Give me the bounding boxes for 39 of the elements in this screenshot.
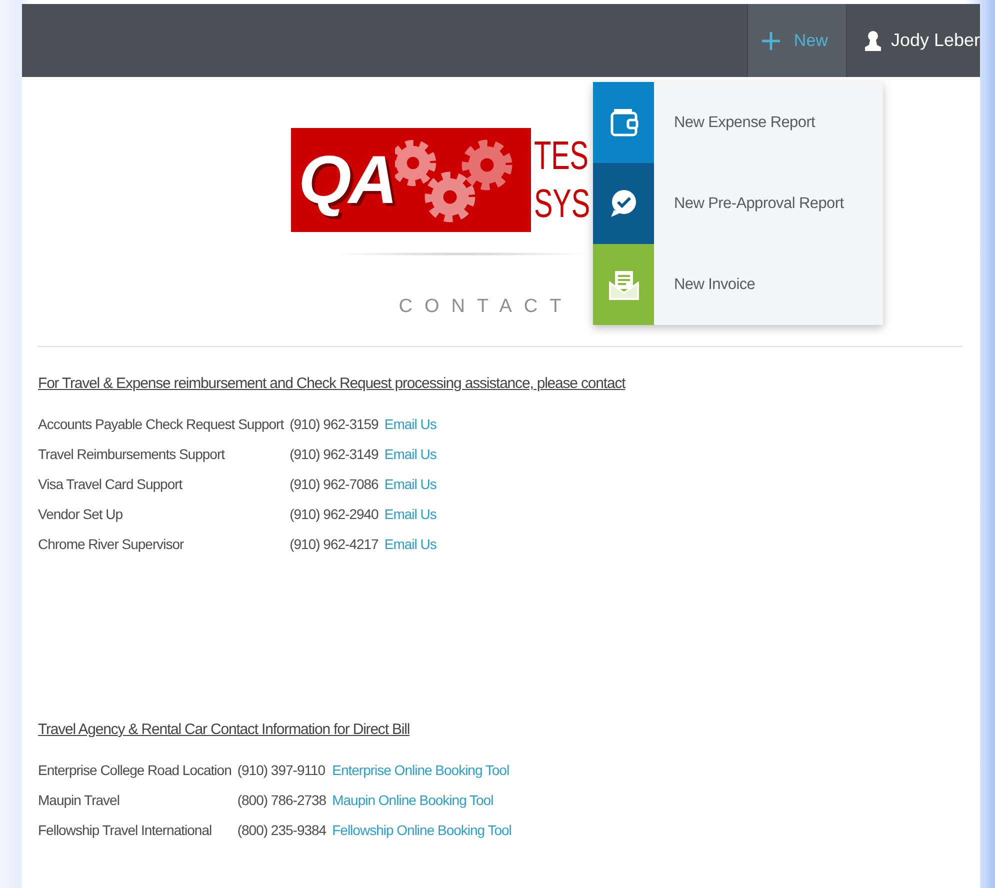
menu-item[interactable]: New Pre-Approval Report: [593, 163, 883, 244]
contact-link[interactable]: Email Us: [384, 476, 436, 493]
page-title: CONTACT: [398, 296, 574, 318]
phone-number: (910) 962-7086: [290, 476, 378, 493]
section-heading: For Travel & Expense reimbursement and Check Request processing assistance, please contact: [38, 375, 627, 392]
contact-link[interactable]: Email Us: [384, 536, 436, 553]
contact-link[interactable]: Enterprise Online Booking Tool: [332, 762, 512, 779]
phone-number: (910) 962-2940: [290, 506, 378, 523]
contact-name: Chrome River Supervisor: [38, 536, 185, 553]
logo-text: SYS: [534, 181, 590, 228]
contact-link[interactable]: Maupin Online Booking Tool: [332, 792, 512, 809]
contact-name: Visa Travel Card Support: [38, 476, 184, 493]
contact-link[interactable]: Email Us: [384, 416, 436, 433]
invoice-icon: [608, 268, 640, 300]
contact-name: Fellowship Travel International: [38, 822, 213, 839]
contact-link[interactable]: Fellowship Online Booking Tool: [332, 822, 512, 839]
user-icon: [864, 30, 881, 51]
phone-number: (910) 962-3149: [290, 446, 378, 463]
phone-number: (910) 397-9110: [237, 762, 326, 779]
contact-name: Enterprise College Road Location: [38, 762, 232, 779]
menu-item[interactable]: New Invoice: [593, 244, 883, 325]
section-heading: Travel Agency & Rental Car Contact Information for Direct Bill: [38, 721, 411, 738]
menu-item[interactable]: New Expense Report: [593, 82, 883, 163]
contact-name: Maupin Travel: [38, 792, 120, 809]
contact-link[interactable]: Email Us: [384, 446, 436, 463]
logo-text: TES: [534, 133, 588, 180]
logo-mark: QA: [298, 141, 394, 219]
contact-name: Accounts Payable Check Request Support: [38, 416, 284, 433]
phone-number: (800) 235-9384: [237, 822, 326, 839]
new-button[interactable]: New: [746, 4, 847, 77]
contact-name: Travel Reimbursements Support: [38, 446, 226, 463]
contact-link[interactable]: Email Us: [384, 506, 436, 523]
phone-number: (910) 962-4217: [290, 536, 378, 553]
user-name: Jody Leber: [890, 30, 980, 51]
phone-number: (800) 786-2738: [237, 792, 326, 809]
contact-name: Vendor Set Up: [38, 506, 124, 523]
user-menu[interactable]: Jody Leber: [852, 4, 980, 77]
phone-number: (910) 962-3159: [290, 416, 378, 433]
plus-icon: [762, 32, 780, 50]
